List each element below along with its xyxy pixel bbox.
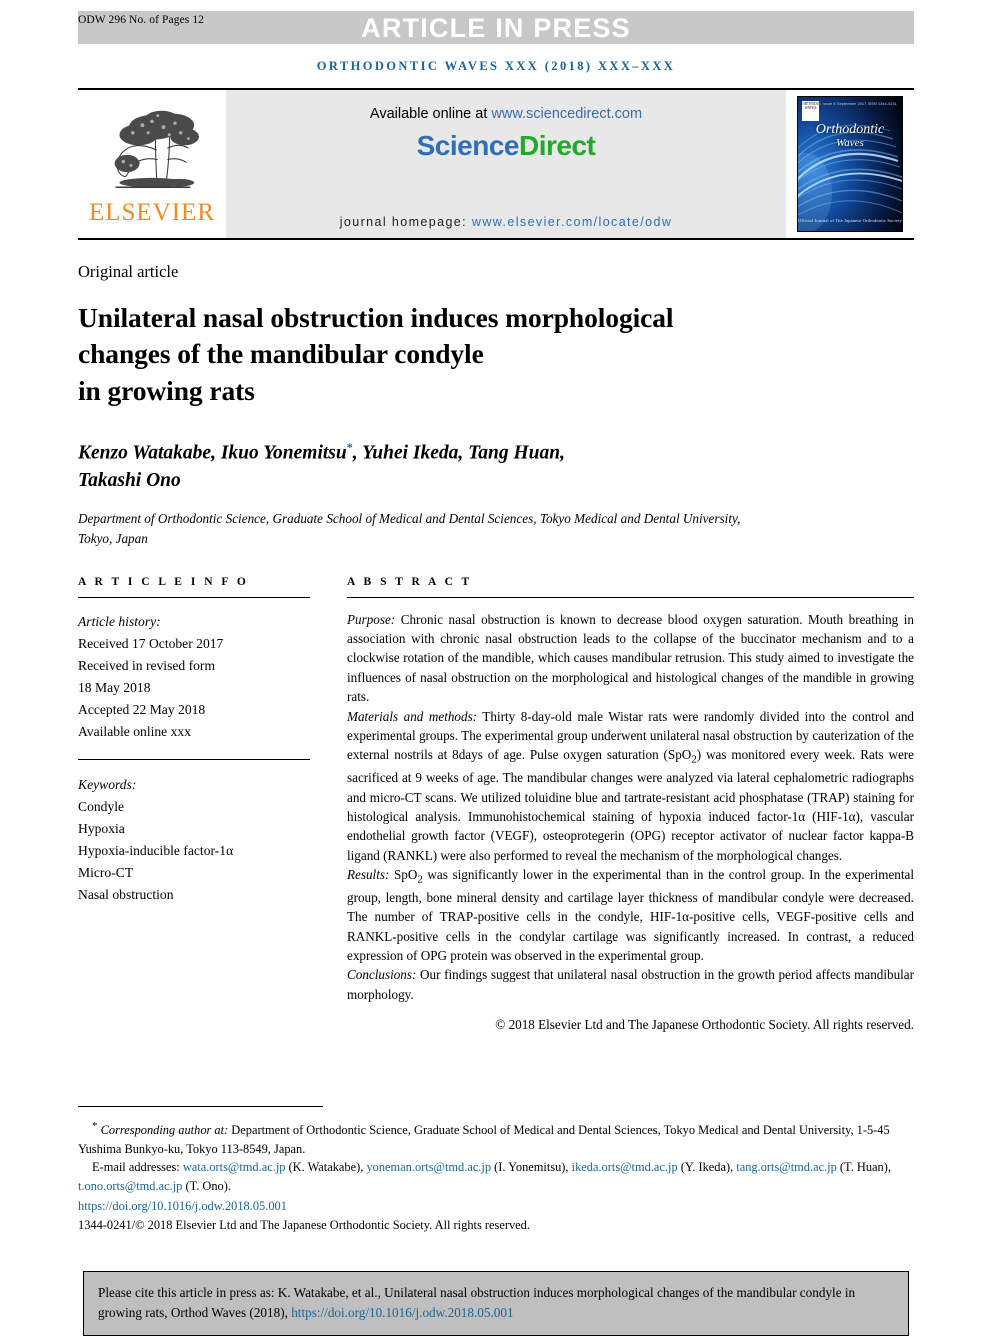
abstract-paragraph-conclusions: Conclusions: Our findings suggest that u…	[347, 965, 914, 1004]
elsevier-logo: ELSEVIER	[78, 90, 226, 238]
article-info-column: A R T I C L E I N F O Article history: R…	[78, 576, 310, 906]
title-line-2: changes of the mandibular condyle	[78, 338, 484, 370]
article-history-item: 18 May 2018	[78, 679, 151, 695]
info-abstract-columns: A R T I C L E I N F O Article history: R…	[78, 576, 914, 1035]
article-history-item: Received in revised form	[78, 657, 216, 673]
elsevier-tree-icon	[114, 110, 199, 188]
author-list: Kenzo Watakabe, Ikuo Yonemitsu*, Yuhei I…	[78, 439, 914, 495]
abstract-lead-results: Results:	[347, 867, 390, 883]
cover-society-line: Official Journal of The Japanese Orthodo…	[798, 218, 902, 223]
corresponding-author-note: * Corresponding author at: Department of…	[78, 1118, 914, 1158]
article-type-label: Original article	[78, 262, 179, 281]
footnote-body: * Corresponding author at: Department of…	[78, 1118, 914, 1235]
article-history-heading: Article history:	[78, 613, 161, 629]
article-info-divider	[78, 596, 310, 598]
article-history-block: Article history: Received 17 October 201…	[78, 611, 310, 743]
cover-title-line2: Waves	[836, 136, 864, 149]
keywords-heading: Keywords:	[78, 776, 137, 792]
abstract-divider	[347, 596, 914, 598]
page-title: Unilateral nasal obstruction induces mor…	[78, 300, 914, 409]
author-names-line1: Kenzo Watakabe, Ikuo Yonemitsu	[78, 442, 347, 464]
abstract-lead-conclusions: Conclusions:	[347, 967, 417, 983]
page-code-label: ODW 296 No. of Pages 12	[78, 14, 205, 26]
email-link[interactable]: yoneman.orts@tmd.ac.jp	[366, 1160, 491, 1174]
article-history-item: Accepted 22 May 2018	[78, 701, 206, 717]
email-link[interactable]: ikeda.orts@tmd.ac.jp	[572, 1160, 678, 1174]
author-names-line2: Takashi Ono	[78, 470, 181, 492]
sciencedirect-block: Available online at www.sciencedirect.co…	[226, 90, 786, 238]
email-owner-name: (K. Watakabe),	[285, 1160, 367, 1175]
sciencedirect-url-link[interactable]: www.sciencedirect.com	[491, 106, 642, 122]
abstract-text-conclusions: Our findings suggest that unilateral nas…	[347, 967, 914, 1002]
abstract-text-purpose: Chronic nasal obstruction is known to de…	[347, 611, 914, 705]
article-info-heading: A R T I C L E I N F O	[78, 575, 249, 588]
sciencedirect-wordmark: ScienceDirect	[417, 130, 596, 162]
email-owner-name: (T. Huan),	[836, 1160, 891, 1175]
abstract-lead-purpose: Purpose:	[347, 611, 396, 627]
doi-note: https://doi.org/10.1016/j.odw.2018.05.00…	[78, 1197, 914, 1216]
journal-citation-line: ORTHODONTIC WAVES XXX (2018) XXX–XXX	[316, 59, 676, 73]
email-link[interactable]: wata.orts@tmd.ac.jp	[183, 1160, 286, 1174]
footnote-star-marker: *	[92, 1120, 98, 1132]
title-line-3: in growing rats	[78, 374, 255, 406]
email-link[interactable]: tang.orts@tmd.ac.jp	[736, 1160, 837, 1174]
abstract-body: Purpose: Chronic nasal obstruction is kn…	[347, 610, 914, 1035]
footnotes-section: * Corresponding author at: Department of…	[78, 1106, 914, 1235]
article-history-item: Available online xxx	[78, 723, 191, 739]
cite-doi-link[interactable]: https://doi.org/10.1016/j.odw.2018.05.00…	[291, 1305, 513, 1320]
available-online-line: Available online at www.sciencedirect.co…	[370, 106, 642, 122]
keyword-item: Nasal obstruction	[78, 886, 174, 902]
abstract-copyright: © 2018 Elsevier Ltd and The Japanese Ort…	[495, 1017, 914, 1033]
footnote-divider	[78, 1106, 323, 1107]
journal-homepage-label: journal homepage:	[339, 215, 472, 229]
keywords-block: Keywords: Condyle Hypoxia Hypoxia-induci…	[78, 774, 310, 906]
journal-banner: ELSEVIER Available online at www.science…	[78, 88, 914, 240]
available-online-prefix: Available online at	[369, 106, 492, 122]
journal-homepage-link[interactable]: www.elsevier.com/locate/odw	[472, 215, 672, 229]
keyword-item: Micro-CT	[78, 864, 134, 880]
email-owner-name: (T. Ono).	[182, 1178, 231, 1193]
cover-image: ORTHODONTIC WAVES Volume XX Issue X Sept…	[797, 96, 903, 232]
keyword-item: Hypoxia-inducible factor-1α	[78, 842, 234, 858]
article-in-press-header: ARTICLE IN PRESS ODW 296 No. of Pages 12	[0, 8, 992, 48]
sciencedirect-word-direct: Direct	[518, 130, 596, 161]
keywords-divider	[78, 758, 310, 760]
elsevier-wordmark: ELSEVIER	[88, 198, 216, 226]
corresponding-author-label: Corresponding author at:	[100, 1123, 229, 1138]
abstract-column: A B S T R A C T Purpose: Chronic nasal o…	[347, 576, 914, 1035]
email-addresses-label: E-mail addresses:	[92, 1160, 180, 1175]
author-affiliation: Department of Orthodontic Science, Gradu…	[78, 510, 741, 547]
title-line-1: Unilateral nasal obstruction induces mor…	[78, 302, 674, 333]
email-owner-name: (Y. Ikeda),	[677, 1160, 737, 1175]
author-names-line1-rest: , Yuhei Ikeda, Tang Huan,	[352, 442, 565, 464]
abstract-text-results: SpO2 was significantly lower in the expe…	[347, 867, 915, 964]
email-addresses-note: E-mail addresses: wata.orts@tmd.ac.jp (K…	[78, 1158, 914, 1195]
issn-copyright-note: 1344-0241/© 2018 Elsevier Ltd and The Ja…	[78, 1218, 530, 1233]
email-owner-name: (I. Yonemitsu),	[491, 1160, 572, 1175]
keyword-item: Hypoxia	[78, 820, 125, 836]
abstract-paragraph-purpose: Purpose: Chronic nasal obstruction is kn…	[347, 610, 914, 707]
cover-title: Orthodontic Waves	[798, 122, 902, 149]
article-header: Original article Unilateral nasal obstru…	[78, 262, 914, 550]
journal-homepage-row: journal homepage: www.elsevier.com/locat…	[226, 215, 786, 229]
sciencedirect-word-science: Science	[416, 130, 520, 161]
keyword-item: Condyle	[78, 798, 125, 814]
article-history-item: Received 17 October 2017	[78, 635, 224, 651]
journal-cover-thumbnail: ORTHODONTIC WAVES Volume XX Issue X Sept…	[786, 90, 914, 238]
cover-title-line1: Orthodontic	[815, 122, 885, 137]
abstract-paragraph-results: Results: SpO2 was significantly lower in…	[347, 865, 914, 965]
abstract-text-methods: Thirty 8-day-old male Wistar rats were r…	[347, 708, 914, 863]
cover-volume-line: Volume XX Issue X September 2017 ISSN 13…	[801, 102, 897, 106]
abstract-lead-methods: Materials and methods:	[347, 708, 478, 724]
email-link[interactable]: t.ono.orts@tmd.ac.jp	[78, 1179, 182, 1193]
cite-this-article-box: Please cite this article in press as: K.…	[83, 1271, 909, 1336]
abstract-paragraph-methods: Materials and methods: Thirty 8-day-old …	[347, 707, 914, 866]
abstract-heading: A B S T R A C T	[347, 575, 473, 588]
doi-link[interactable]: https://doi.org/10.1016/j.odw.2018.05.00…	[78, 1199, 287, 1213]
